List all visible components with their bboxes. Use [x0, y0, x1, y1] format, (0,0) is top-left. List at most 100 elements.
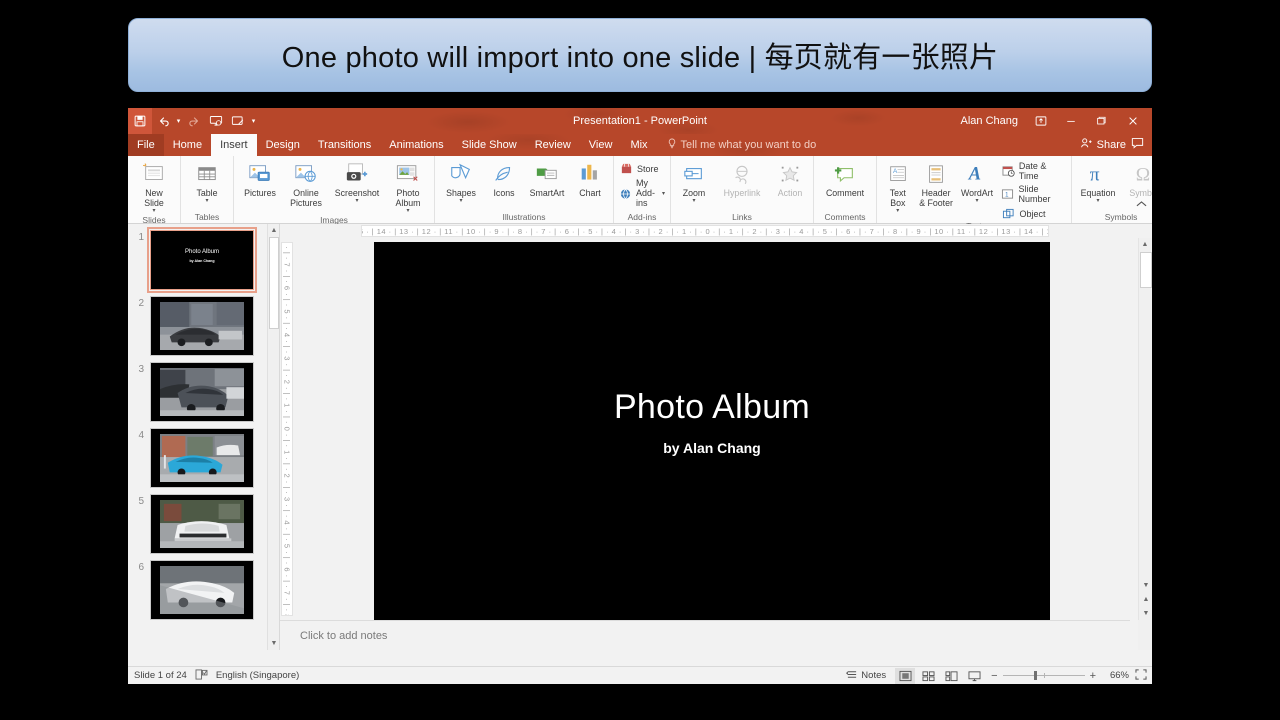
thumbnail-row-2[interactable]: 2	[128, 296, 279, 356]
save-icon[interactable]	[128, 108, 152, 134]
zoom-level-label[interactable]: 66%	[1103, 670, 1129, 681]
slide-thumbnail-6[interactable]	[150, 560, 254, 620]
store-button[interactable]: Store	[619, 162, 665, 175]
restore-button[interactable]	[1086, 108, 1116, 134]
slide-thumbnail-2[interactable]	[150, 296, 254, 356]
slide-show-button[interactable]	[964, 668, 984, 684]
ribbon-display-options-icon[interactable]	[1026, 108, 1056, 134]
thumbnail-scrollbar[interactable]: ▲ ▼	[267, 224, 279, 650]
scroll-up-arrow[interactable]: ▲	[1139, 238, 1151, 251]
close-button[interactable]	[1116, 108, 1150, 134]
table-button[interactable]: Table ▾	[184, 158, 230, 204]
reading-view-button[interactable]	[941, 668, 961, 684]
thumbnail-row-6[interactable]: 6	[128, 560, 279, 620]
previous-slide-button[interactable]: ▼	[1139, 578, 1152, 592]
notes-scrollbar[interactable]	[1138, 620, 1152, 650]
date-time-button[interactable]: Date & Time	[1001, 161, 1066, 181]
slide-subtitle[interactable]: by Alan Chang	[374, 440, 1050, 456]
tell-me-search[interactable]: Tell me what you want to do	[657, 134, 816, 156]
zoom-button[interactable]: Zoom ▾	[674, 158, 714, 204]
minimize-button[interactable]	[1056, 108, 1086, 134]
wordart-dropdown-caret[interactable]: ▾	[976, 198, 979, 204]
tab-insert[interactable]: Insert	[211, 134, 257, 156]
slide-count-label[interactable]: Slide 1 of 24	[134, 670, 187, 681]
slide-canvas-area[interactable]: Photo Album by Alan Chang	[294, 238, 1130, 623]
pictures-button[interactable]: Pictures	[237, 158, 283, 198]
tab-design[interactable]: Design	[257, 134, 309, 156]
undo-icon[interactable]	[152, 109, 174, 133]
undo-dropdown-caret[interactable]: ▾	[174, 117, 183, 125]
zoom-dropdown-caret[interactable]: ▾	[693, 198, 696, 204]
tab-review[interactable]: Review	[526, 134, 580, 156]
tab-transitions[interactable]: Transitions	[309, 134, 380, 156]
comment-button[interactable]: Comment	[817, 158, 873, 198]
slide-title[interactable]: Photo Album	[374, 388, 1050, 427]
account-name[interactable]: Alan Chang	[961, 115, 1019, 127]
equation-dropdown-caret[interactable]: ▾	[1097, 198, 1100, 204]
thumbnail-row-4[interactable]: 4	[128, 428, 279, 488]
chevron-up-icon[interactable]	[1136, 200, 1147, 211]
chart-button[interactable]: Chart	[570, 158, 610, 198]
header-footer-button[interactable]: Header & Footer	[916, 158, 957, 208]
slide-sorter-view-button[interactable]	[918, 668, 938, 684]
tab-mix[interactable]: Mix	[621, 134, 656, 156]
vertical-scrollbar-thumb[interactable]	[1140, 252, 1152, 288]
text-box-dropdown-caret[interactable]: ▾	[896, 208, 899, 214]
slide-navigation-end-button[interactable]: ▼	[1139, 606, 1152, 620]
slide-thumbnail-4[interactable]	[150, 428, 254, 488]
current-slide[interactable]: Photo Album by Alan Chang	[374, 242, 1050, 623]
slide-thumbnail-1[interactable]: Photo Album by Alan Chang	[147, 227, 257, 293]
my-addins-button[interactable]: My Add-ins ▾	[619, 178, 665, 208]
new-slide-button[interactable]: New Slide ▾	[131, 158, 177, 214]
object-button[interactable]: Object	[1001, 207, 1066, 220]
thumbnail-row-3[interactable]: 3	[128, 362, 279, 422]
thumbnail-scroll-down-arrow[interactable]: ▼	[268, 637, 279, 650]
zoom-slider[interactable]: − +	[991, 670, 1096, 682]
touch-mouse-mode-icon[interactable]	[227, 109, 249, 133]
start-from-beginning-icon[interactable]	[205, 109, 227, 133]
table-dropdown-caret[interactable]: ▾	[205, 198, 208, 204]
tab-home[interactable]: Home	[164, 134, 211, 156]
language-label[interactable]: English (Singapore)	[216, 670, 299, 681]
fit-to-window-icon[interactable]	[1135, 668, 1147, 683]
shapes-button[interactable]: Shapes ▾	[438, 158, 484, 204]
spellcheck-icon[interactable]	[195, 668, 208, 683]
notes-placeholder[interactable]: Click to add notes	[280, 630, 387, 642]
notes-toggle-icon[interactable]	[846, 669, 858, 683]
shapes-dropdown-caret[interactable]: ▾	[459, 198, 462, 204]
tab-file[interactable]: File	[128, 134, 164, 156]
photo-album-button[interactable]: Photo Album ▾	[385, 158, 431, 214]
screenshot-button[interactable]: Screenshot ▾	[329, 158, 385, 204]
slide-thumbnail-5[interactable]	[150, 494, 254, 554]
thumbnail-scrollbar-thumb[interactable]	[269, 237, 279, 329]
notes-pane[interactable]: Click to add notes	[280, 620, 1130, 650]
slide-thumbnail-pane[interactable]: 1 Photo Album by Alan Chang 2 3 4 5 6 ▲ …	[128, 224, 280, 650]
my-addins-dropdown-caret[interactable]: ▾	[662, 190, 665, 197]
thumbnail-row-1[interactable]: 1 Photo Album by Alan Chang	[128, 227, 279, 293]
zoom-track[interactable]	[1002, 671, 1085, 680]
equation-button[interactable]: π Equation ▾	[1075, 158, 1121, 204]
tab-view[interactable]: View	[580, 134, 622, 156]
zoom-in-button[interactable]: +	[1090, 670, 1096, 682]
comment-icon[interactable]	[1131, 136, 1144, 154]
thumbnail-scroll-up-arrow[interactable]: ▲	[268, 224, 279, 237]
notes-button[interactable]: Notes	[861, 670, 886, 681]
wordart-button[interactable]: A WordArt ▾	[957, 158, 998, 204]
next-slide-button[interactable]: ▲	[1139, 592, 1152, 606]
tab-animations[interactable]: Animations	[380, 134, 452, 156]
online-pictures-button[interactable]: Online Pictures	[283, 158, 329, 208]
customize-qat-caret[interactable]: ▾	[249, 117, 258, 125]
icons-button[interactable]: Icons	[484, 158, 524, 198]
slide-number-button[interactable]: 1 Slide Number	[1001, 184, 1066, 204]
share-button[interactable]: Share	[1097, 139, 1126, 151]
slide-thumbnail-3[interactable]	[150, 362, 254, 422]
screenshot-dropdown-caret[interactable]: ▾	[355, 198, 358, 204]
thumbnail-row-5[interactable]: 5	[128, 494, 279, 554]
zoom-out-button[interactable]: −	[991, 670, 997, 682]
text-box-button[interactable]: A Text Box ▾	[880, 158, 916, 214]
normal-view-button[interactable]	[895, 667, 916, 684]
slide-vertical-scrollbar[interactable]: ▲ ▼ ▲ ▼	[1138, 238, 1152, 620]
tab-slide-show[interactable]: Slide Show	[453, 134, 526, 156]
smartart-button[interactable]: SmartArt	[524, 158, 570, 198]
zoom-knob[interactable]	[1033, 671, 1037, 680]
